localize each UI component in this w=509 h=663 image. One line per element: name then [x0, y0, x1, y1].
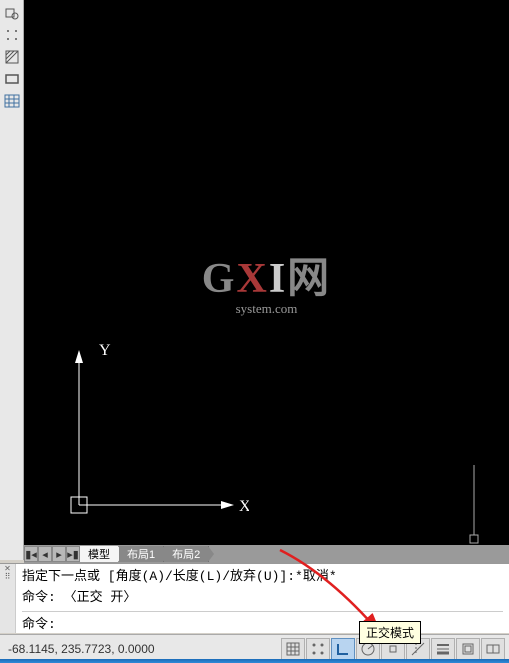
tab-last-icon[interactable]: ▸▮ — [66, 546, 80, 562]
coordinates-display[interactable]: -68.1145, 235.7723, 0.0000 — [0, 642, 200, 656]
point-style-icon[interactable] — [2, 25, 22, 45]
rectangle-icon[interactable] — [2, 69, 22, 89]
lineweight-icon[interactable] — [431, 638, 455, 660]
command-grip-icon[interactable]: ✕⠿ — [0, 564, 16, 633]
watermark-g: G — [202, 255, 237, 301]
status-bar: -68.1145, 235.7723, 0.0000 — [0, 634, 509, 662]
drawing-area[interactable]: GXI网 system.com Y X — [24, 0, 509, 545]
ucs-icon: Y X — [49, 335, 249, 535]
watermark-wang: 网 — [287, 255, 331, 301]
watermark: GXI网 system.com — [202, 243, 331, 316]
tab-bar: ▮◂ ◂ ▸ ▸▮ 模型 布局1 布局2 — [24, 545, 509, 563]
watermark-x: X — [236, 255, 268, 301]
snap-icon[interactable] — [306, 638, 330, 660]
ortho-icon[interactable] — [331, 638, 355, 660]
tab-next-icon[interactable]: ▸ — [52, 546, 66, 562]
tab-first-icon[interactable]: ▮◂ — [24, 546, 38, 562]
tooltip-text: 正交模式 — [366, 626, 414, 640]
tab-label: 布局2 — [172, 546, 200, 562]
command-text[interactable]: 指定下一点或 [角度(A)/长度(L)/放弃(U)]:*取消* 命令: 〈正交 … — [16, 564, 509, 633]
tab-model[interactable]: 模型 — [80, 546, 119, 562]
tab-label: 布局1 — [127, 546, 155, 562]
command-history-line: 指定下一点或 [角度(A)/长度(L)/放弃(U)]:*取消* — [22, 567, 503, 588]
ucs-x-label: X — [239, 498, 249, 515]
model-icon[interactable] — [456, 638, 480, 660]
tab-layout1[interactable]: 布局1 — [119, 546, 164, 562]
table-icon[interactable] — [2, 91, 22, 111]
command-history-line: 命令: 〈正交 开〉 — [22, 588, 503, 609]
tab-label: 模型 — [88, 546, 110, 562]
hatch-icon[interactable] — [2, 47, 22, 67]
watermark-i: I — [269, 255, 287, 301]
ucs-y-label: Y — [99, 342, 111, 359]
grid-icon[interactable] — [281, 638, 305, 660]
tab-layout2[interactable]: 布局2 — [164, 546, 209, 562]
command-prompt[interactable]: 命令: — [22, 611, 503, 636]
tab-prev-icon[interactable]: ◂ — [38, 546, 52, 562]
command-area: ✕⠿ 指定下一点或 [角度(A)/长度(L)/放弃(U)]:*取消* 命令: 〈… — [0, 563, 509, 633]
annotation-icon[interactable] — [481, 638, 505, 660]
tooltip: 正交模式 — [359, 621, 421, 644]
left-toolbar — [0, 0, 24, 560]
watermark-subtitle: system.com — [202, 300, 331, 316]
taskbar-edge — [0, 659, 509, 663]
crosshair-cursor — [459, 465, 489, 545]
layer-state-icon[interactable] — [2, 3, 22, 23]
